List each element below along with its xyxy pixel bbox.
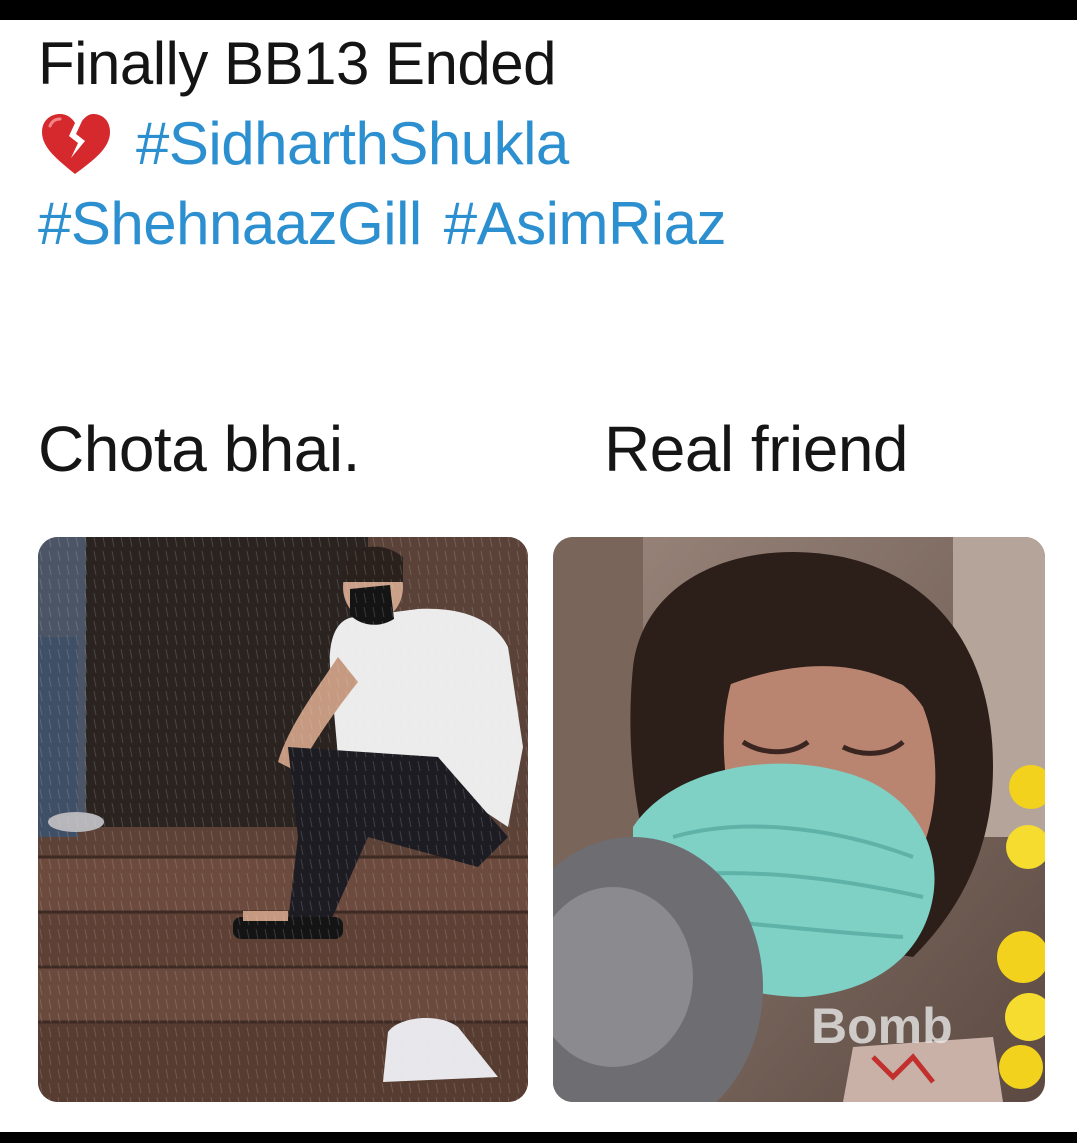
hashtag-line-2: #ShehnaazGill #AsimRiaz bbox=[38, 184, 1048, 264]
hashtag-line-1: #SidharthShukla bbox=[38, 104, 1048, 184]
caption-left: Chota bhai. bbox=[38, 413, 360, 485]
captions-row: Chota bhai. Real friend bbox=[0, 412, 1077, 492]
caption-right: Real friend bbox=[604, 413, 909, 485]
tweet-text: Finally BB13 Ended #SidharthShukla #Sheh… bbox=[38, 24, 1048, 264]
hashtag-link[interactable]: #AsimRiaz bbox=[444, 184, 727, 264]
meme-card: Finally BB13 Ended #SidharthShukla #Sheh… bbox=[0, 20, 1077, 1132]
hashtag-link[interactable]: #SidharthShukla bbox=[136, 104, 569, 184]
tweet-title-line: Finally BB13 Ended bbox=[38, 24, 1048, 104]
man-sitting-on-steps-photo bbox=[38, 537, 528, 1102]
broken-heart-icon bbox=[38, 112, 112, 176]
tweet-title: Finally BB13 Ended bbox=[38, 30, 557, 97]
woman-in-mask-photo: Bomb bbox=[553, 537, 1045, 1102]
watermark-text: Bomb bbox=[811, 998, 953, 1054]
hashtag-link[interactable]: #ShehnaazGill bbox=[38, 184, 422, 264]
